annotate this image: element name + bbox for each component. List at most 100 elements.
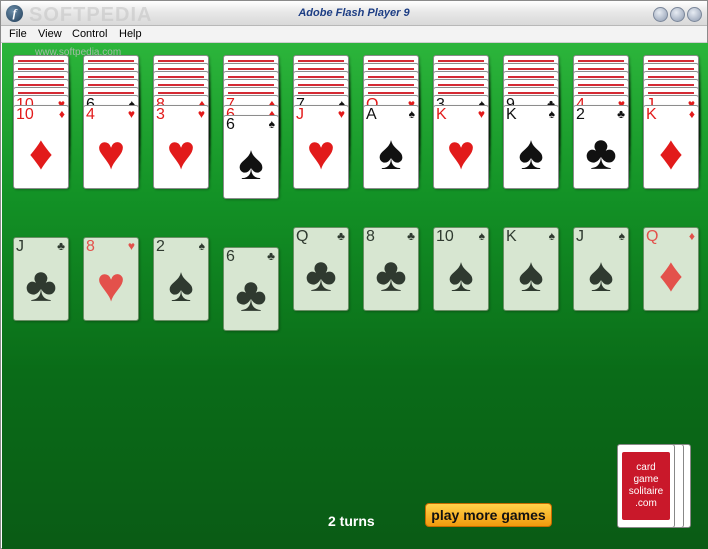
- window-title: Adobe Flash Player 9: [298, 7, 410, 19]
- card-rank: 6: [226, 248, 235, 265]
- card-pip-icon: ♥: [166, 127, 196, 180]
- card-pip-icon: ♦: [28, 127, 54, 180]
- tableau-top-card[interactable]: 3 ♥ ♥: [153, 105, 209, 189]
- play-more-games-button[interactable]: play more games: [425, 503, 552, 527]
- card-rank: 8: [366, 228, 375, 245]
- foundation-card[interactable]: J ♠ ♠: [573, 227, 629, 311]
- card-pip-icon: ♠: [448, 249, 474, 302]
- card-suit-icon: ♥: [127, 107, 135, 121]
- game-board: 10♥♥10♦♦6♠♠4♥♥8♦♦3♥♥7♦♦6♦♦6♠♠7♠♠J♥♥Q♥♥A♠…: [2, 43, 708, 549]
- card-rank: K: [646, 106, 657, 123]
- deck-label-line: game: [633, 474, 659, 485]
- foundation-card[interactable]: 8 ♥ ♥: [83, 237, 139, 321]
- turns-counter: 2 turns: [328, 513, 375, 529]
- card-suit-icon: ♣: [57, 239, 65, 253]
- card-pip-icon: ♠: [168, 259, 194, 312]
- foundation-card[interactable]: 10 ♠ ♠: [433, 227, 489, 311]
- tableau-top-card[interactable]: 10 ♦ ♦: [13, 105, 69, 189]
- foundation-card[interactable]: 6 ♣ ♣: [223, 247, 279, 331]
- card-suit-icon: ♥: [127, 239, 135, 253]
- card-pip-icon: ♣: [585, 127, 617, 180]
- softpedia-url-watermark: www.softpedia.com: [35, 47, 122, 58]
- flash-player-window: f SOFTPEDIA Adobe Flash Player 9 File Vi…: [0, 0, 708, 549]
- card-suit-icon: ♠: [548, 229, 555, 243]
- card-pip-icon: ♥: [306, 127, 336, 180]
- card-suit-icon: ♣: [337, 229, 345, 243]
- card-rank: J: [296, 106, 304, 123]
- card-suit-icon: ♠: [408, 107, 415, 121]
- card-rank: 10: [16, 106, 34, 123]
- card-rank: 2: [576, 106, 585, 123]
- card-rank: 4: [86, 106, 95, 123]
- card-pip-icon: ♦: [658, 127, 684, 180]
- card-rank: A: [366, 106, 377, 123]
- menu-bar: File View Control Help: [1, 26, 707, 43]
- deck-label-line: .com: [635, 498, 657, 509]
- card-suit-icon: ♦: [58, 107, 65, 121]
- menu-file[interactable]: File: [9, 28, 27, 40]
- card-pip-icon: ♥: [96, 259, 126, 312]
- card-pip-icon: ♥: [446, 127, 476, 180]
- deck-card-front: card game solitaire .com: [617, 444, 675, 528]
- deck-label-line: card: [636, 462, 656, 473]
- tableau-top-card[interactable]: 6 ♠ ♠: [223, 115, 279, 199]
- card-pip-icon: ♣: [375, 249, 407, 302]
- foundation-card[interactable]: Q ♣ ♣: [293, 227, 349, 311]
- card-suit-icon: ♣: [617, 107, 625, 121]
- card-suit-icon: ♠: [268, 117, 275, 131]
- card-rank: K: [506, 228, 517, 245]
- deck-stack[interactable]: card game solitaire .com: [617, 444, 692, 530]
- card-suit-icon: ♥: [477, 107, 485, 121]
- close-button[interactable]: [687, 7, 702, 22]
- foundation-card[interactable]: 8 ♣ ♣: [363, 227, 419, 311]
- tableau-top-card[interactable]: 4 ♥ ♥: [83, 105, 139, 189]
- foundation-card[interactable]: Q ♦ ♦: [643, 227, 699, 311]
- card-rank: Q: [296, 228, 309, 245]
- card-pip-icon: ♠: [518, 249, 544, 302]
- card-rank: Q: [646, 228, 659, 245]
- card-pip-icon: ♠: [588, 249, 614, 302]
- card-suit-icon: ♠: [198, 239, 205, 253]
- minimize-button[interactable]: [653, 7, 668, 22]
- card-rank: 10: [436, 228, 454, 245]
- card-suit-icon: ♣: [267, 249, 275, 263]
- maximize-button[interactable]: [670, 7, 685, 22]
- card-suit-icon: ♠: [548, 107, 555, 121]
- tableau-top-card[interactable]: K ♠ ♠: [503, 105, 559, 189]
- card-rank: K: [436, 106, 447, 123]
- menu-control[interactable]: Control: [72, 28, 107, 40]
- card-suit-icon: ♣: [407, 229, 415, 243]
- deck-label-line: solitaire: [628, 486, 664, 497]
- card-pip-icon: ♠: [378, 127, 404, 180]
- card-rank: 8: [86, 238, 95, 255]
- card-pip-icon: ♣: [235, 269, 267, 322]
- menu-view[interactable]: View: [38, 28, 62, 40]
- card-pip-icon: ♥: [96, 127, 126, 180]
- card-suit-icon: ♥: [197, 107, 205, 121]
- card-rank: 3: [156, 106, 165, 123]
- card-suit-icon: ♠: [478, 229, 485, 243]
- foundation-card[interactable]: 2 ♠ ♠: [153, 237, 209, 321]
- card-pip-icon: ♠: [518, 127, 544, 180]
- tableau-top-card[interactable]: 2 ♣ ♣: [573, 105, 629, 189]
- card-suit-icon: ♦: [688, 229, 695, 243]
- card-rank: J: [16, 238, 24, 255]
- card-pip-icon: ♠: [238, 137, 264, 190]
- card-rank: K: [506, 106, 517, 123]
- card-pip-icon: ♣: [305, 249, 337, 302]
- card-rank: 2: [156, 238, 165, 255]
- tableau-top-card[interactable]: A ♠ ♠: [363, 105, 419, 189]
- card-pip-icon: ♦: [658, 249, 684, 302]
- tableau-top-card[interactable]: J ♥ ♥: [293, 105, 349, 189]
- tableau-top-card[interactable]: K ♥ ♥: [433, 105, 489, 189]
- foundation-card[interactable]: J ♣ ♣: [13, 237, 69, 321]
- card-rank: 6: [226, 116, 235, 133]
- tableau-top-card[interactable]: K ♦ ♦: [643, 105, 699, 189]
- card-suit-icon: ♥: [337, 107, 345, 121]
- card-rank: J: [576, 228, 584, 245]
- menu-help[interactable]: Help: [119, 28, 142, 40]
- foundation-card[interactable]: K ♠ ♠: [503, 227, 559, 311]
- title-bar[interactable]: f SOFTPEDIA Adobe Flash Player 9: [1, 1, 707, 26]
- card-suit-icon: ♦: [688, 107, 695, 121]
- card-pip-icon: ♣: [25, 259, 57, 312]
